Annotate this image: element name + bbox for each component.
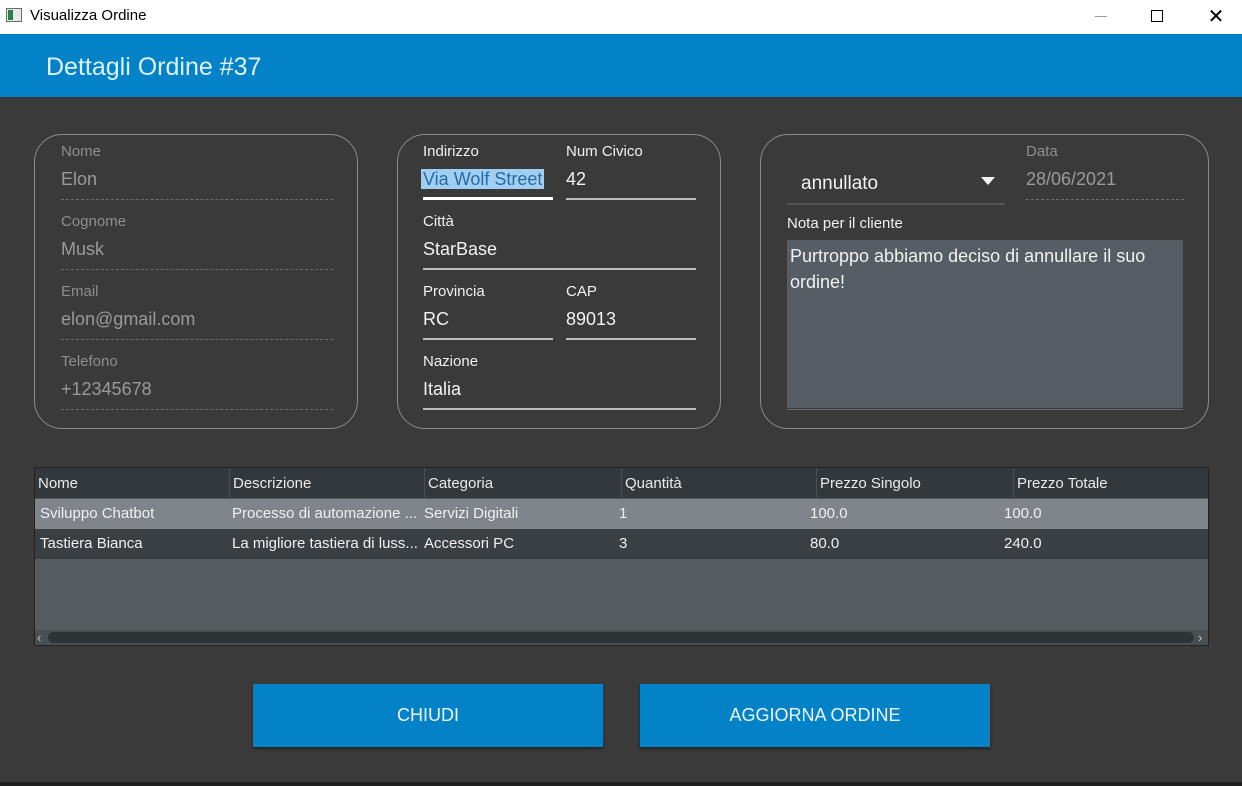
aggiorna-ordine-button[interactable]: AGGIORNA ORDINE [640, 684, 990, 747]
scrollbar-thumb[interactable] [48, 632, 1194, 643]
telefono-underline [61, 409, 333, 410]
close-icon: ✕ [1207, 5, 1225, 28]
scroll-right-icon[interactable]: › [1198, 630, 1202, 645]
nazione-underline [423, 408, 696, 410]
provincia-value: RC [423, 309, 449, 329]
app-icon [6, 8, 22, 22]
telefono-value: +12345678 [61, 379, 152, 399]
provincia-label: Provincia [423, 283, 485, 300]
civico-underline [566, 198, 696, 200]
cell-prezzo-singolo: 100.0 [810, 505, 848, 522]
data-underline [1026, 199, 1184, 200]
close-window-button[interactable]: ✕ [1193, 0, 1239, 32]
nazione-label: Nazione [423, 353, 479, 370]
status-dropdown[interactable]: annullato [787, 165, 1005, 205]
chiudi-button[interactable]: CHIUDI [253, 684, 603, 747]
telefono-label: Telefono [61, 353, 118, 370]
cell-nome: Sviluppo Chatbot [40, 505, 155, 522]
page-header: Dettagli Ordine #37 [0, 34, 1242, 97]
nome-underline [61, 199, 333, 200]
citta-label: Città [423, 213, 454, 230]
nome-label: Nome [61, 143, 102, 160]
minimize-button[interactable] [1078, 0, 1124, 32]
column-header-nome[interactable]: Nome [35, 468, 230, 498]
minimize-icon [1095, 15, 1107, 17]
cell-prezzo-totale: 100.0 [1004, 505, 1042, 522]
email-underline [61, 339, 333, 340]
data-value: 28/06/2021 [1026, 169, 1117, 189]
cognome-underline [61, 269, 333, 270]
civico-label: Num Civico [566, 143, 643, 160]
column-header-descrizione[interactable]: Descrizione [230, 468, 425, 498]
cell-quantita: 3 [619, 535, 628, 552]
maximize-button[interactable] [1134, 0, 1180, 32]
customer-card: Nome Elon Cognome Musk Email elon@gmail.… [34, 134, 358, 429]
note-underline [787, 409, 1183, 410]
cell-nome: Tastiera Bianca [40, 535, 143, 552]
citta-value: StarBase [423, 239, 498, 259]
horizontal-scrollbar[interactable]: ‹ › [35, 630, 1208, 645]
email-label: Email [61, 283, 99, 300]
cognome-value: Musk [61, 239, 105, 259]
cell-quantita: 1 [619, 505, 628, 522]
cell-prezzo-singolo: 80.0 [810, 535, 840, 552]
indirizzo-label: Indirizzo [423, 143, 479, 160]
order-items-table: Nome Descrizione Categoria Quantità Prez… [34, 467, 1209, 646]
table-row[interactable]: Tastiera Bianca La migliore tastiera di … [35, 529, 1208, 559]
cell-categoria: Servizi Digitali [424, 505, 519, 522]
cap-label: CAP [566, 283, 597, 300]
maximize-icon [1151, 10, 1163, 22]
data-label: Data [1026, 143, 1058, 160]
cell-descrizione: Processo di automazione ... [232, 505, 418, 522]
civico-value: 42 [566, 169, 587, 189]
chevron-down-icon [981, 177, 995, 185]
window-title: Visualizza Ordine [30, 7, 147, 24]
cell-descrizione: La migliore tastiera di luss... [232, 535, 418, 552]
status-selected-value: annullato [801, 173, 879, 194]
column-header-prezzo-totale[interactable]: Prezzo Totale [1014, 468, 1208, 498]
cognome-label: Cognome [61, 213, 127, 230]
window-titlebar: Visualizza Ordine ✕ [0, 0, 1242, 34]
table-header: Nome Descrizione Categoria Quantità Prez… [35, 468, 1208, 498]
provincia-underline [423, 338, 553, 340]
cap-value: 89013 [566, 309, 617, 329]
indirizzo-value-wrap: Via Wolf Street [421, 169, 545, 190]
status-underline [787, 203, 1005, 205]
column-header-prezzo-singolo[interactable]: Prezzo Singolo [817, 468, 1014, 498]
cell-prezzo-totale: 240.0 [1004, 535, 1042, 552]
citta-underline [423, 268, 696, 270]
address-card: Indirizzo Via Wolf Street Num Civico 42 … [397, 134, 721, 429]
cap-underline [566, 338, 696, 340]
email-value: elon@gmail.com [61, 309, 196, 329]
column-header-quantita[interactable]: Quantità [622, 468, 817, 498]
note-textarea[interactable]: Purtroppo abbiamo deciso di annullare il… [787, 240, 1183, 408]
nome-value: Elon [61, 169, 98, 189]
indirizzo-value: Via Wolf Street [421, 169, 545, 189]
note-label: Nota per il cliente [787, 215, 903, 232]
nazione-value: Italia [423, 379, 462, 399]
cell-categoria: Accessori PC [424, 535, 515, 552]
indirizzo-underline [423, 197, 553, 200]
page-title: Dettagli Ordine #37 [46, 53, 262, 81]
table-row[interactable]: Sviluppo Chatbot Processo di automazione… [35, 499, 1208, 529]
scroll-left-icon[interactable]: ‹ [37, 630, 41, 645]
window-bottom-border [0, 782, 1242, 786]
status-card: annullato Data 28/06/2021 Nota per il cl… [760, 134, 1209, 429]
column-header-categoria[interactable]: Categoria [425, 468, 622, 498]
